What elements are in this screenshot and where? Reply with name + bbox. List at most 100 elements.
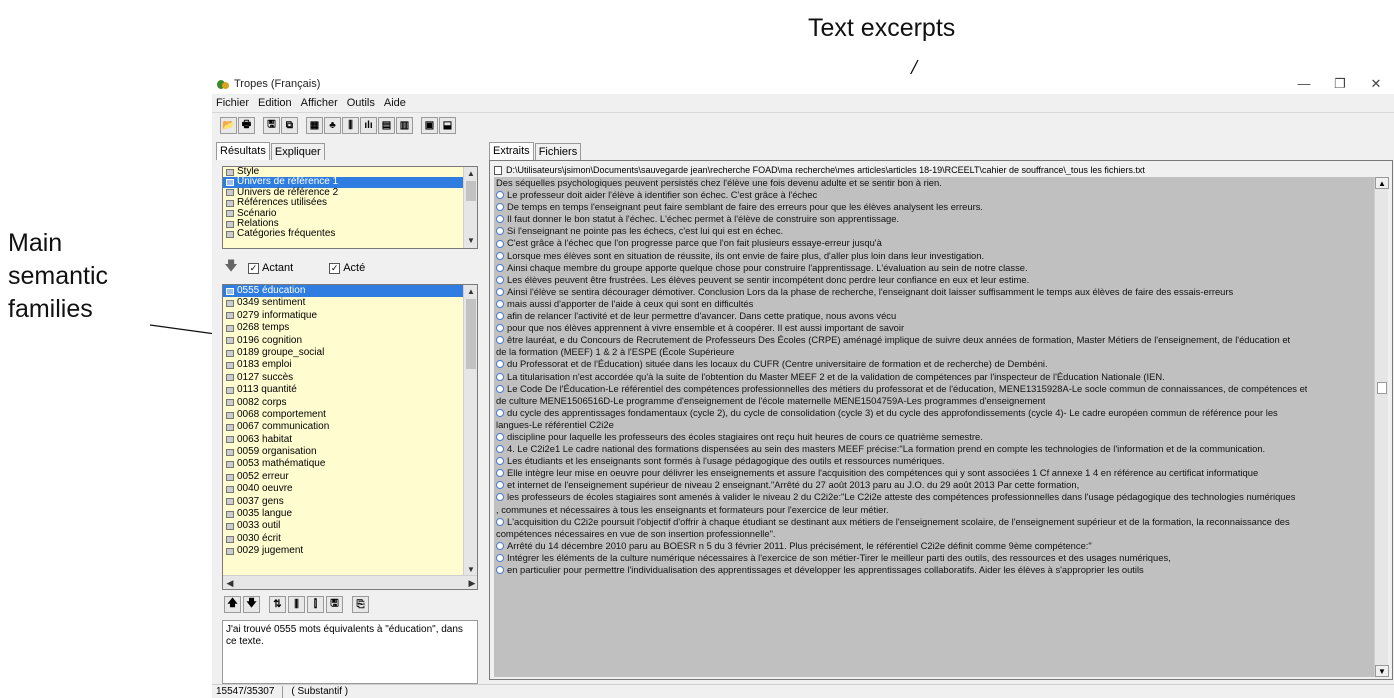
semantic-family-item[interactable]: 0555 éducation: [223, 285, 463, 298]
semantic-family-item[interactable]: 0183 emploi: [223, 359, 463, 371]
families-hscrollbar[interactable]: ◀ ▶: [223, 575, 477, 589]
semantic-family-item[interactable]: 0037 gens: [223, 496, 463, 508]
excerpt-line[interactable]: Lorsque mes élèves sont en situation de …: [494, 250, 1374, 262]
semantic-family-item[interactable]: 0082 corps: [223, 397, 463, 409]
open-folder-icon[interactable]: 📂: [220, 117, 237, 134]
graph-actors-icon[interactable]: ♣: [324, 117, 341, 134]
excerpt-line[interactable]: Arrêté du 14 décembre 2010 paru au BOESR…: [494, 540, 1374, 552]
print-icon[interactable]: 🖶: [238, 117, 255, 134]
text-excerpts-area[interactable]: Des séquelles psychologiques peuvent per…: [494, 177, 1374, 677]
results-scrollbar[interactable]: ▲ ▼: [463, 167, 477, 248]
save-icon[interactable]: 🖫: [263, 117, 280, 134]
excerpts-scrollbar[interactable]: ▲ ▼: [1374, 177, 1389, 677]
split-right-icon[interactable]: ⫿: [307, 596, 324, 613]
results-list-item[interactable]: Références utilisées: [223, 197, 463, 208]
semantic-family-item[interactable]: 0196 cognition: [223, 335, 463, 347]
graph-areas-icon[interactable]: ⫼: [342, 117, 359, 134]
close-button[interactable]: ✕: [1358, 76, 1394, 92]
maximize-button[interactable]: ❐: [1322, 76, 1358, 92]
semantic-family-item[interactable]: 0063 habitat: [223, 434, 463, 446]
excerpt-line[interactable]: de la formation (MEEF) 1 & 2 à l'ESPE (É…: [494, 346, 1374, 358]
families-scrollbar[interactable]: ▲ ▼: [463, 285, 477, 577]
actant-checkbox[interactable]: ✓: [248, 262, 259, 274]
semantic-family-item[interactable]: 0059 organisation: [223, 446, 463, 458]
menu-edition[interactable]: Edition: [258, 97, 292, 109]
excerpt-line[interactable]: , communes et nécessaires à tous les ens…: [494, 504, 1374, 516]
excerpt-line[interactable]: en particulier pour permettre l'individu…: [494, 564, 1374, 576]
semantic-family-item[interactable]: 0030 écrit: [223, 533, 463, 545]
scroll-up-icon[interactable]: ▲: [1375, 177, 1389, 189]
excerpt-line[interactable]: Les élèves peuvent être frustrées. Les é…: [494, 274, 1374, 286]
excerpt-line[interactable]: 4. Le C2i2e1 Le cadre national des forma…: [494, 443, 1374, 455]
tab-expliquer[interactable]: Expliquer: [270, 143, 325, 160]
scroll-up-icon[interactable]: ▲: [464, 167, 477, 181]
copy-icon[interactable]: ⧉: [281, 117, 298, 134]
tab-resultats[interactable]: Résultats: [216, 142, 270, 160]
sort-icon[interactable]: ⇅: [269, 596, 286, 613]
excerpt-line[interactable]: Le Code De l'Éducation-Le référentiel de…: [494, 383, 1374, 395]
semantic-family-item[interactable]: 0189 groupe_social: [223, 347, 463, 359]
semantic-family-item[interactable]: 0113 quantité: [223, 384, 463, 396]
semantic-family-item[interactable]: 0053 mathématique: [223, 458, 463, 470]
excerpt-line[interactable]: De temps en temps l'enseignant peut fair…: [494, 201, 1374, 213]
move-up-icon[interactable]: 🡅: [224, 596, 241, 613]
scroll-thumb[interactable]: [1377, 382, 1387, 394]
scroll-left-icon[interactable]: ◀: [223, 576, 237, 589]
semantic-family-item[interactable]: 0035 langue: [223, 508, 463, 520]
window-icon[interactable]: ▣: [421, 117, 438, 134]
excerpt-line[interactable]: L'acquisition du C2i2e poursuit l'object…: [494, 516, 1374, 528]
excerpt-line[interactable]: Il faut donner le bon statut à l'échec. …: [494, 213, 1374, 225]
menu-afficher[interactable]: Afficher: [301, 97, 338, 109]
export-icon[interactable]: ⎘: [352, 596, 369, 613]
excerpt-line[interactable]: du Professorat et de l'Éducation) située…: [494, 358, 1374, 370]
menu-aide[interactable]: Aide: [384, 97, 406, 109]
save-list-icon[interactable]: 🖫: [326, 596, 343, 613]
scroll-right-icon[interactable]: ▶: [465, 576, 477, 589]
semantic-family-item[interactable]: 0067 communication: [223, 421, 463, 433]
graph-star-icon[interactable]: ▦: [306, 117, 323, 134]
semantic-family-item[interactable]: 0279 informatique: [223, 310, 463, 322]
graph-table-icon[interactable]: ▥: [396, 117, 413, 134]
excerpt-line[interactable]: Ainsi l'élève se sentira décourager démo…: [494, 286, 1374, 298]
excerpt-line[interactable]: La titularisation n'est accordée qu'à la…: [494, 371, 1374, 383]
menu-outils[interactable]: Outils: [347, 97, 375, 109]
excerpt-line[interactable]: discipline pour laquelle les professeurs…: [494, 431, 1374, 443]
excerpt-line[interactable]: Intégrer les éléments de la culture numé…: [494, 552, 1374, 564]
excerpt-line[interactable]: compétences nécessaires en vue de son in…: [494, 528, 1374, 540]
menu-fichier[interactable]: Fichier: [216, 97, 249, 109]
graph-stairs-icon[interactable]: ▤: [378, 117, 395, 134]
excerpt-line[interactable]: Ainsi chaque membre du groupe apporte qu…: [494, 262, 1374, 274]
excerpt-line[interactable]: et internet de l'enseignement supérieur …: [494, 479, 1374, 491]
tab-extraits[interactable]: Extraits: [489, 142, 534, 160]
semantic-family-item[interactable]: 0033 outil: [223, 520, 463, 532]
scroll-thumb[interactable]: [466, 181, 476, 201]
acte-checkbox[interactable]: ✓: [329, 262, 341, 274]
tab-fichiers[interactable]: Fichiers: [534, 143, 582, 160]
scroll-down-icon[interactable]: ▼: [1375, 665, 1389, 677]
excerpt-line[interactable]: Si l'enseignant ne pointe pas les échecs…: [494, 225, 1374, 237]
scroll-down-icon[interactable]: ▼: [464, 234, 477, 248]
excerpt-line[interactable]: Le professeur doit aider l'élève à ident…: [494, 189, 1374, 201]
excerpt-line[interactable]: de culture MENE1506516D-Le programme d'e…: [494, 395, 1374, 407]
scroll-thumb[interactable]: [466, 299, 476, 369]
move-down-icon[interactable]: 🡇: [243, 596, 260, 613]
excerpt-line[interactable]: pour que nos élèves apprennent à vivre e…: [494, 322, 1374, 334]
excerpt-line[interactable]: afin de relancer l'activité et de leur p…: [494, 310, 1374, 322]
excerpt-line[interactable]: les professeurs de écoles stagiaires son…: [494, 491, 1374, 503]
split-left-icon[interactable]: ⫼: [288, 596, 305, 613]
excerpt-line[interactable]: mais aussi d'apporter de l'aide à ceux q…: [494, 298, 1374, 310]
excerpt-line[interactable]: Elle intègre leur mise en oeuvre pour dé…: [494, 467, 1374, 479]
semantic-family-item[interactable]: 0349 sentiment: [223, 297, 463, 309]
excerpt-line[interactable]: Des séquelles psychologiques peuvent per…: [494, 177, 1374, 189]
semantic-family-item[interactable]: 0268 temps: [223, 322, 463, 334]
semantic-family-item[interactable]: 0040 oeuvre: [223, 483, 463, 495]
excerpt-line[interactable]: du cycle des apprentissages fondamentaux…: [494, 407, 1374, 419]
excerpt-line[interactable]: être lauréat, e du Concours de Recruteme…: [494, 334, 1374, 346]
excerpt-line[interactable]: Les étudiants et les enseignants sont fo…: [494, 455, 1374, 467]
graph-bars-icon[interactable]: ılı: [360, 117, 377, 134]
results-list-item[interactable]: Catégories fréquentes: [223, 228, 463, 239]
semantic-family-item[interactable]: 0068 comportement: [223, 409, 463, 421]
semantic-family-item[interactable]: 0029 jugement: [223, 545, 463, 557]
excerpt-line[interactable]: C'est grâce à l'échec que l'on progresse…: [494, 237, 1374, 249]
semantic-family-item[interactable]: 0052 erreur: [223, 471, 463, 483]
